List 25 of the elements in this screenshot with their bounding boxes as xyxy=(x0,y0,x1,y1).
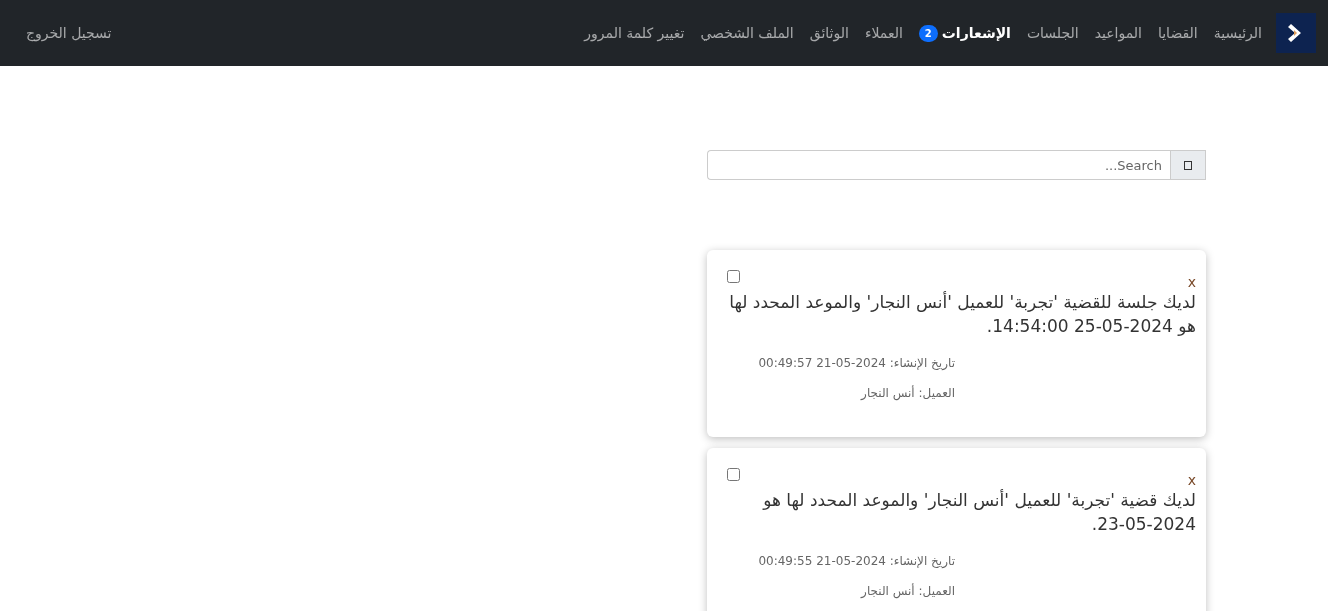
client-name: العميل: أنس النجار xyxy=(859,584,955,598)
count-badge: 2 xyxy=(918,24,938,42)
nav-link[interactable]: المواعيد xyxy=(1086,17,1150,49)
nav-label: الإشعارات xyxy=(941,25,1011,41)
square-icon xyxy=(1184,160,1192,170)
logout-link[interactable]: تسجيل الخروج xyxy=(18,17,120,49)
select-checkbox[interactable] xyxy=(727,468,740,481)
logo-icon[interactable] xyxy=(1276,13,1316,53)
nav-link[interactable]: الرئيسية xyxy=(1205,17,1270,49)
client-name: العميل: أنس النجار xyxy=(859,386,955,400)
created-date: تاريخ الإنشاء: 2024-05-21 00:49:55 xyxy=(758,554,955,568)
close-button[interactable]: x xyxy=(1187,274,1196,290)
nav-link[interactable]: تغيير كلمة المرور xyxy=(576,17,693,49)
nav-link[interactable]: العملاء xyxy=(856,17,911,49)
search-field[interactable]: Search... xyxy=(707,150,1170,180)
close-button[interactable]: x xyxy=(1187,472,1196,488)
nav-link[interactable]: القضايا xyxy=(1149,17,1206,49)
search-button[interactable] xyxy=(1170,150,1206,180)
nav-link[interactable]: الملف الشخصي xyxy=(692,17,802,49)
nav-link[interactable]: الوثائق xyxy=(801,17,857,49)
nav-link[interactable]: الجلسات xyxy=(1018,17,1087,49)
select-checkbox[interactable] xyxy=(727,270,740,283)
notification-message: لديك جلسة للقضية 'تجربة' للعميل 'أنس النجار' والموعد المحدد لها هو 2024-05-25 14:54:00. xyxy=(728,290,1196,338)
notification-message: لديك قضية 'تجربة' للعميل 'أنس النجار' والموعد المحدد لها هو 2024-05-23. xyxy=(761,488,1196,536)
created-date: تاريخ الإنشاء: 2024-05-21 00:49:57 xyxy=(758,356,955,370)
